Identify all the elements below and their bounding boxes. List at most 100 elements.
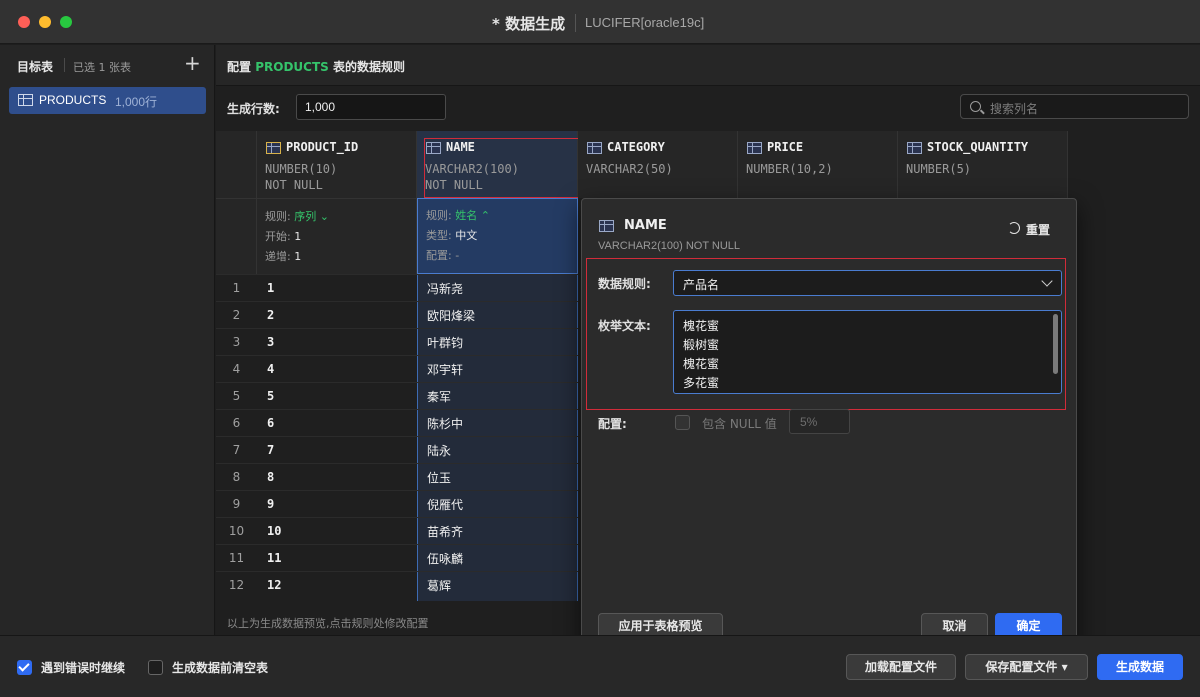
reset-label: 重置 <box>1026 223 1051 237</box>
reset-icon <box>1008 222 1020 234</box>
table-row: 7 7 陆永 <box>216 436 578 463</box>
include-null-checkbox[interactable] <box>675 415 690 430</box>
column-name: CATEGORY <box>607 140 665 154</box>
product-id-cell: 2 <box>267 308 275 322</box>
column-header-price[interactable]: PRICE NUMBER(10,2) <box>738 131 898 198</box>
rule-label: 数据规则: <box>598 277 651 291</box>
type-label: 类型: <box>426 229 452 242</box>
column-search-input[interactable]: 搜索列名 <box>960 94 1189 119</box>
name-cell: 陆永 <box>427 444 452 458</box>
column-icon <box>587 142 602 154</box>
column-header-category[interactable]: CATEGORY VARCHAR2(50) <box>578 131 738 198</box>
data-rule-value: 产品名 <box>683 278 720 292</box>
column-icon <box>599 220 614 232</box>
load-config-button[interactable]: 加载配置文件 <box>846 654 956 680</box>
connection-label: LUCIFER[oracle19c] <box>585 15 705 30</box>
save-config-button[interactable]: 保存配置文件 ▾ <box>965 654 1088 680</box>
popover-column-name: NAME <box>624 218 667 233</box>
config-header: 配置 PRODUCTS 表的数据规则 <box>216 45 1200 86</box>
column-datatype: NUMBER(10,2) <box>746 162 833 176</box>
enum-text-area[interactable]: 槐花蜜 椴树蜜 槐花蜜 多花蜜 <box>673 310 1062 394</box>
rule-start-line: 开始: 1 <box>265 228 301 244</box>
enum-line: 槐花蜜 <box>683 319 720 333</box>
row-number: 10 <box>228 524 245 538</box>
table-row: 3 3 叶群钧 <box>216 328 578 355</box>
rule-value-dropdown[interactable]: 序列 <box>294 210 316 223</box>
title-divider <box>575 14 576 32</box>
rownum-header <box>216 131 257 198</box>
bottom-bar: 遇到错误时继续 生成数据前清空表 加载配置文件 保存配置文件 ▾ 生成数据 <box>0 635 1200 697</box>
product-id-cell: 10 <box>267 524 282 538</box>
column-header-stock-quantity[interactable]: STOCK_QUANTITY NUMBER(5) <box>898 131 1068 198</box>
product-id-cell: 3 <box>267 335 275 349</box>
preview-hint: 以上为生成数据预览,点击规则处修改配置 <box>227 617 429 630</box>
rule-value-dropdown[interactable]: 姓名 <box>455 209 477 222</box>
start-label: 开始: <box>265 230 291 243</box>
window-title: * 数据生成 <box>492 15 566 33</box>
column-icon <box>747 142 762 154</box>
table-name: PRODUCTS <box>39 93 107 107</box>
continue-on-error-checkbox[interactable] <box>17 660 32 675</box>
rule-label: 规则: <box>265 210 291 223</box>
rownum-rule-cell <box>216 198 257 274</box>
product-id-cell: 8 <box>267 470 275 484</box>
zoom-window-button[interactable] <box>60 16 72 28</box>
name-cell: 邓宇轩 <box>427 363 464 377</box>
textarea-scrollbar[interactable] <box>1053 314 1058 374</box>
name-cell: 苗希齐 <box>427 525 464 539</box>
config-value: - <box>455 249 460 262</box>
column-datatype: NUMBER(5) <box>906 162 972 176</box>
table-row: 5 5 秦军 <box>216 382 578 409</box>
config-title-prefix: 配置 <box>227 60 252 74</box>
product-id-cell: 5 <box>267 389 275 403</box>
chevron-down-icon: ⌄ <box>319 210 329 223</box>
name-cell: 冯新尧 <box>427 282 464 296</box>
close-window-button[interactable] <box>18 16 30 28</box>
save-config-label: 保存配置文件 <box>985 660 1058 674</box>
null-percent-input[interactable]: 5% <box>789 409 850 434</box>
product-id-cell: 7 <box>267 443 275 457</box>
sidebar-item-products[interactable]: PRODUCTS 1,000行 <box>9 87 206 114</box>
search-icon <box>970 101 981 112</box>
column-name: PRODUCT_ID <box>286 140 359 154</box>
product-id-cell: 4 <box>267 362 275 376</box>
table-row: 8 8 位玉 <box>216 463 578 490</box>
row-number: 3 <box>232 335 241 349</box>
enum-line: 槐花蜜 <box>683 357 720 371</box>
column-type: NUMBER(10) NOT NULL <box>265 161 337 193</box>
search-placeholder: 搜索列名 <box>990 102 1039 116</box>
table-row: 12 12 葛辉 <box>216 571 578 598</box>
column-name: PRICE <box>767 140 804 154</box>
config-label: 配置: <box>426 249 452 262</box>
table-row: 6 6 陈杉中 <box>216 409 578 436</box>
rule-cell-product-id[interactable]: 规则: 序列 ⌄ 开始: 1 递增: 1 <box>257 198 417 274</box>
table-row: 9 9 倪雁代 <box>216 490 578 517</box>
rule-cell-name[interactable]: 规则: 姓名 ⌃ 类型: 中文 配置: - <box>417 198 578 274</box>
row-number: 7 <box>232 443 241 457</box>
name-cell: 叶群钧 <box>427 336 464 350</box>
row-number: 11 <box>228 551 245 565</box>
chevron-down-icon <box>1041 275 1053 287</box>
selected-count: 已选 1 张表 <box>73 61 131 74</box>
column-icon <box>907 142 922 154</box>
continue-on-error-label: 遇到错误时继续 <box>41 661 126 675</box>
column-header-product-id[interactable]: PRODUCT_ID NUMBER(10) NOT NULL <box>257 131 417 198</box>
rows-label: 生成行数: <box>227 102 280 116</box>
title-bar: * 数据生成 LUCIFER[oracle19c] <box>0 0 1200 44</box>
name-cell: 伍咏麟 <box>427 552 464 566</box>
add-table-button[interactable]: + <box>184 51 201 75</box>
config-title-suffix: 表的数据规则 <box>332 60 405 74</box>
sidebar-divider <box>64 58 65 72</box>
column-type: NUMBER(5) <box>906 161 971 177</box>
minimize-window-button[interactable] <box>39 16 51 28</box>
table-row-count: 1,000行 <box>115 95 158 109</box>
clear-table-checkbox[interactable] <box>148 660 163 675</box>
rows-input[interactable]: 1,000 <box>296 94 446 120</box>
config-table-name: PRODUCTS <box>255 60 329 74</box>
caret-down-icon: ▾ <box>1061 660 1068 674</box>
generate-data-button[interactable]: 生成数据 <box>1097 654 1183 680</box>
table-row: 2 2 欧阳烽梁 <box>216 301 578 328</box>
enum-line: 多花蜜 <box>683 376 720 390</box>
data-rule-select[interactable]: 产品名 <box>673 270 1062 296</box>
row-number: 4 <box>232 362 241 376</box>
